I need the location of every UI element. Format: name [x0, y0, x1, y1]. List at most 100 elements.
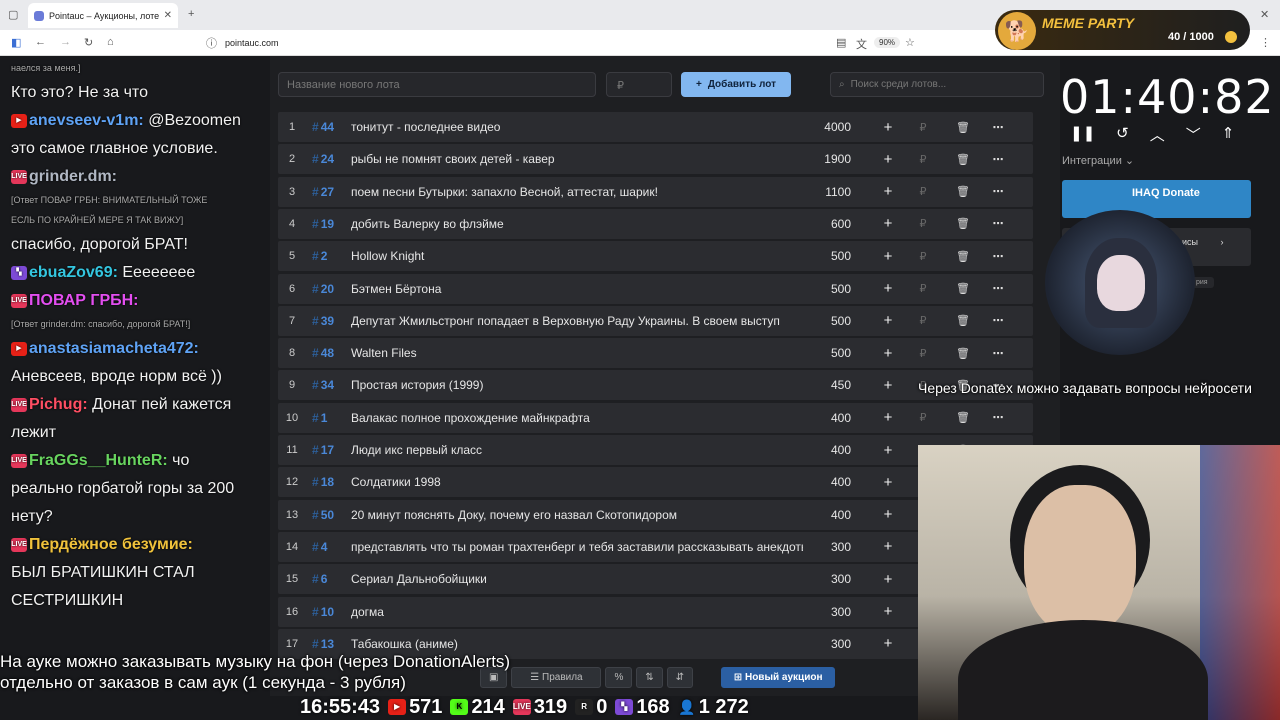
lot-row[interactable]: 8 #48 Walten Files 500 + ₽ 🗑 ⋯: [278, 338, 1033, 369]
chevron-down-icon[interactable]: ﹀: [1186, 124, 1201, 145]
percent-button[interactable]: %: [605, 667, 633, 688]
donate-service-card[interactable]: IHAQ Donate: [1062, 180, 1251, 218]
lot-row[interactable]: 5 #2 Hollow Knight 500 + ₽ 🗑 ⋯: [278, 241, 1033, 272]
ruble-icon[interactable]: ₽: [903, 217, 943, 230]
lot-name[interactable]: Простая история (1999): [351, 378, 803, 392]
more-options-icon[interactable]: ⋯: [983, 185, 1013, 198]
chat-username[interactable]: ПОВАР ГРБН:: [29, 292, 139, 309]
translate-icon[interactable]: 文: [856, 36, 867, 52]
delete-icon[interactable]: 🗑: [943, 153, 983, 166]
add-amount-icon[interactable]: +: [873, 442, 903, 459]
lot-name[interactable]: догма: [351, 605, 803, 619]
lot-name[interactable]: Сериал Дальнобойщики: [351, 572, 803, 586]
lot-name[interactable]: рыбы не помнят своих детей - кавер: [351, 152, 803, 166]
forward-icon[interactable]: →: [60, 36, 71, 48]
lot-name[interactable]: Walten Files: [351, 346, 803, 360]
reset-icon[interactable]: ↺: [1116, 124, 1129, 145]
more-options-icon[interactable]: ⋯: [983, 314, 1013, 327]
lot-name[interactable]: представлять что ты роман трахтенберг и …: [351, 540, 803, 554]
add-amount-icon[interactable]: +: [873, 603, 903, 620]
add-amount-icon[interactable]: +: [873, 248, 903, 265]
add-amount-icon[interactable]: +: [873, 280, 903, 297]
lot-name[interactable]: Табакошка (аниме): [351, 637, 803, 651]
lot-row[interactable]: 10 #1 Валакас полное прохождение майнкрафт…: [278, 402, 1033, 433]
add-amount-icon[interactable]: +: [873, 506, 903, 523]
chat-username[interactable]: ebuaZov69:: [29, 264, 118, 281]
bookmark-star-icon[interactable]: ☆: [905, 36, 915, 49]
add-amount-icon[interactable]: +: [873, 119, 903, 136]
chat-username[interactable]: anevseev-v1m:: [29, 112, 144, 129]
more-options-icon[interactable]: ⋯: [983, 121, 1013, 134]
lot-row[interactable]: 4 #19 добить Валерку во флэйме 600 + ₽ 🗑 ⋯: [278, 208, 1033, 239]
lot-name[interactable]: поем песни Бутырки: запахло Весной, атте…: [351, 185, 803, 199]
price-input[interactable]: ₽: [606, 72, 672, 97]
more-options-icon[interactable]: ⋯: [983, 411, 1013, 424]
back-icon[interactable]: ←: [35, 36, 46, 48]
zoom-level[interactable]: 90%: [874, 37, 901, 48]
lot-name[interactable]: тонитут - последнее видео: [351, 120, 803, 134]
ruble-icon[interactable]: ₽: [903, 314, 943, 327]
lot-name[interactable]: Солдатики 1998: [351, 475, 803, 489]
lot-name[interactable]: добить Валерку во флэйме: [351, 217, 803, 231]
add-amount-icon[interactable]: +: [873, 571, 903, 588]
lot-name[interactable]: Hollow Knight: [351, 249, 803, 263]
menu-icon[interactable]: ⋮: [1260, 36, 1271, 49]
delete-icon[interactable]: 🗑: [943, 282, 983, 295]
split-button[interactable]: ⇅: [636, 667, 663, 688]
new-tab-icon[interactable]: +: [188, 8, 194, 20]
delete-icon[interactable]: 🗑: [943, 121, 983, 134]
more-options-icon[interactable]: ⋯: [983, 282, 1013, 295]
lot-name[interactable]: Валакас полное прохождение майнкрафта: [351, 411, 803, 425]
search-lots-input[interactable]: ⌕ Поиск среди лотов...: [830, 72, 1044, 97]
more-options-icon[interactable]: ⋯: [983, 250, 1013, 263]
url-field[interactable]: ⓘ pointauc.com: [200, 33, 920, 53]
add-amount-icon[interactable]: +: [873, 215, 903, 232]
tab-actions-icon[interactable]: ▢: [8, 8, 18, 21]
sidebar-toggle-icon[interactable]: ◧: [11, 36, 21, 49]
add-amount-icon[interactable]: +: [873, 151, 903, 168]
add-amount-icon[interactable]: +: [873, 409, 903, 426]
add-amount-icon[interactable]: +: [873, 635, 903, 652]
rules-button[interactable]: ☰ Правила: [511, 667, 602, 688]
ruble-icon[interactable]: ₽: [903, 347, 943, 360]
more-options-icon[interactable]: ⋯: [983, 347, 1013, 360]
new-auction-button[interactable]: ⊞ Новый аукцион: [721, 667, 836, 688]
delete-icon[interactable]: 🗑: [943, 411, 983, 424]
delete-icon[interactable]: 🗑: [943, 185, 983, 198]
site-info-icon[interactable]: ⓘ: [206, 35, 217, 51]
ruble-icon[interactable]: ₽: [903, 121, 943, 134]
ruble-icon[interactable]: ₽: [903, 282, 943, 295]
add-amount-icon[interactable]: +: [873, 538, 903, 555]
add-amount-icon[interactable]: +: [873, 345, 903, 362]
delete-icon[interactable]: 🗑: [943, 347, 983, 360]
ruble-icon[interactable]: ₽: [903, 153, 943, 166]
pause-icon[interactable]: ❚❚: [1070, 124, 1095, 145]
home-icon[interactable]: ⌂: [107, 36, 114, 48]
integrations-dropdown[interactable]: Интеграции ⌄: [1062, 154, 1134, 167]
chat-username[interactable]: anastasiamacheta472:: [29, 340, 199, 357]
sort-button[interactable]: ⇵: [666, 667, 694, 688]
add-amount-icon[interactable]: +: [873, 312, 903, 329]
reload-icon[interactable]: ↻: [84, 36, 93, 49]
chat-username[interactable]: Pichug:: [29, 396, 88, 413]
close-window-icon[interactable]: ✕: [1260, 8, 1269, 21]
lot-name[interactable]: Люди икс первый класс: [351, 443, 803, 457]
lot-row[interactable]: 3 #27 поем песни Бутырки: запахло Весной, …: [278, 176, 1033, 207]
lot-row[interactable]: 1 #44 тонитут - последнее видео 4000 + ₽ 🗑 ⋯: [278, 112, 1033, 142]
ruble-icon[interactable]: ₽: [903, 185, 943, 198]
add-amount-icon[interactable]: +: [873, 183, 903, 200]
lot-name[interactable]: 20 минут пояснять Доку, почему его назва…: [351, 508, 803, 522]
reader-icon[interactable]: ▤: [836, 36, 846, 49]
add-amount-icon[interactable]: +: [873, 474, 903, 491]
close-tab-icon[interactable]: ✕: [164, 10, 172, 21]
double-chevron-up-icon[interactable]: ⇑: [1222, 124, 1235, 145]
new-lot-input[interactable]: Название нового лота: [278, 72, 596, 97]
add-lot-button[interactable]: + Добавить лот: [681, 72, 791, 97]
add-amount-icon[interactable]: +: [873, 377, 903, 394]
lot-name[interactable]: Бэтмен Бёртона: [351, 282, 803, 296]
chat-username[interactable]: grinder.dm:: [29, 168, 117, 185]
lot-row[interactable]: 7 #39 Депутат Жмильстронг попадает в Верхо…: [278, 305, 1033, 336]
ruble-icon[interactable]: ₽: [903, 250, 943, 263]
lot-row[interactable]: 6 #20 Бэтмен Бёртона 500 + ₽ 🗑 ⋯: [278, 273, 1033, 304]
lot-name[interactable]: Депутат Жмильстронг попадает в Верховную…: [351, 314, 803, 328]
